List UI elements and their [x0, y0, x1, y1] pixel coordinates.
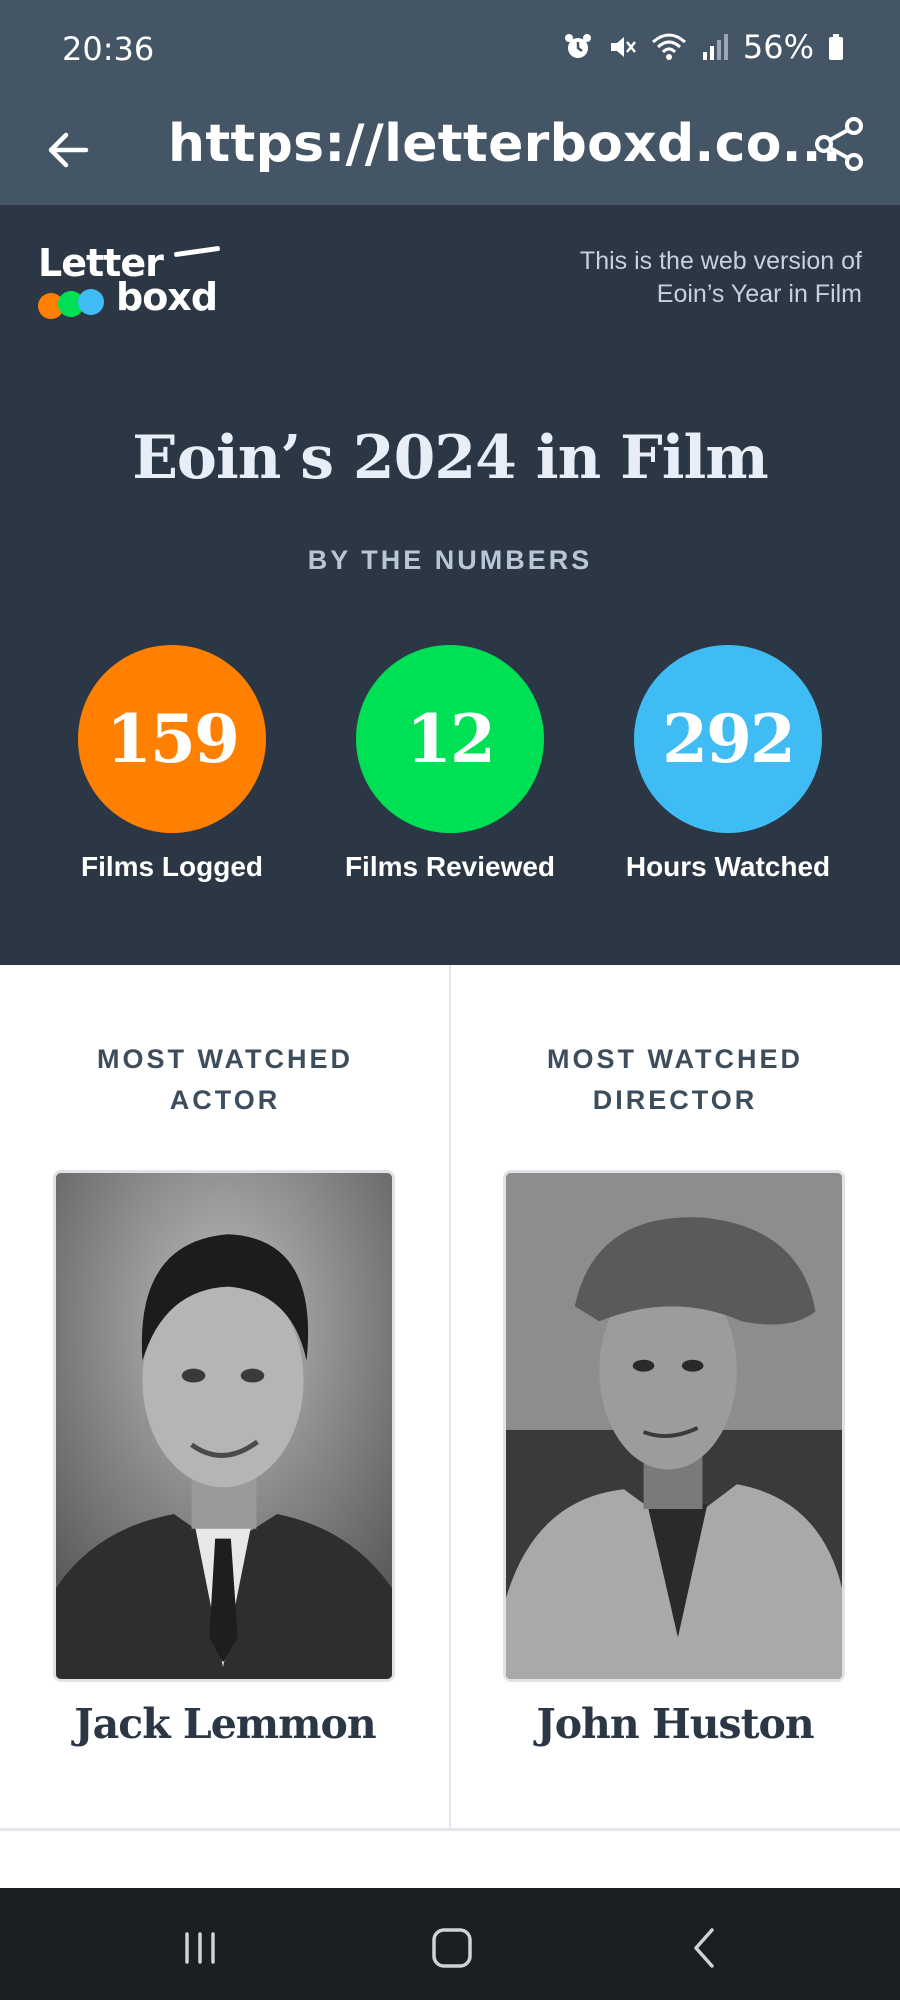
section-subtitle: BY THE NUMBERS — [307, 545, 593, 575]
mute-icon — [610, 37, 636, 57]
wifi-icon — [651, 33, 686, 60]
logo-text-bottom: boxd — [116, 275, 218, 319]
browser-bar: https://letterboxd.co... — [0, 100, 900, 205]
web-version-note: This is the web version of Eoin’s Year i… — [580, 245, 862, 311]
most-watched-section: MOST WATCHED ACTOR Jack Lemmon MOST WATC… — [0, 965, 900, 1831]
actor-portrait[interactable] — [53, 1170, 395, 1682]
battery-icon — [829, 34, 843, 60]
panel-heading-line2: DIRECTOR — [592, 1085, 758, 1115]
status-icons: 56% — [563, 28, 844, 66]
stat-label: Hours Watched — [625, 851, 831, 882]
back-arrow-icon[interactable] — [40, 122, 96, 178]
letterboxd-logo[interactable]: Letter boxd — [36, 241, 236, 331]
status-bar: 20:36 56% — [0, 0, 900, 100]
home-icon[interactable] — [422, 1918, 482, 1978]
stat-circle: 159 — [78, 645, 266, 833]
panel-heading: MOST WATCHED ACTOR — [0, 1039, 450, 1121]
status-time: 20:36 — [62, 30, 155, 68]
stat-label: Films Logged — [81, 851, 263, 882]
stat-circle: 12 — [356, 645, 544, 833]
panel-heading-line1: MOST WATCHED — [547, 1044, 803, 1074]
director-portrait[interactable] — [503, 1170, 845, 1682]
director-name[interactable]: John Huston — [450, 1700, 900, 1748]
panel-heading-line2: ACTOR — [169, 1085, 281, 1115]
most-watched-director-panel: MOST WATCHED DIRECTOR John Huston — [450, 965, 900, 1829]
panel-heading-line1: MOST WATCHED — [97, 1044, 353, 1074]
alarm-icon — [564, 34, 591, 58]
actor-name[interactable]: Jack Lemmon — [0, 1700, 450, 1748]
signal-icon — [702, 34, 728, 60]
page-title: Eoin’s 2024 in Film — [132, 423, 769, 493]
web-note-line1: This is the web version of — [579, 247, 862, 275]
logo-underline — [173, 245, 221, 258]
most-watched-actor-panel: MOST WATCHED ACTOR Jack Lemmon — [0, 965, 450, 1829]
stat-circle: 292 — [634, 645, 822, 833]
recent-apps-icon[interactable] — [170, 1918, 230, 1978]
logo-dot-blue — [78, 289, 104, 315]
stat-label: Films Reviewed — [344, 851, 556, 882]
share-icon[interactable] — [810, 114, 870, 174]
back-icon[interactable] — [676, 1918, 736, 1978]
panel-heading: MOST WATCHED DIRECTOR — [450, 1039, 900, 1121]
hero-section: Letter boxd This is the web version of E… — [0, 205, 900, 965]
battery-percent: 56% — [742, 28, 814, 66]
url-text[interactable]: https://letterboxd.co... — [168, 114, 842, 174]
stat-films-logged: 159 Films Logged — [42, 645, 302, 883]
system-nav-bar — [0, 1888, 900, 2000]
stat-films-reviewed: 12 Films Reviewed — [320, 645, 580, 883]
stat-hours-watched: 292 Hours Watched — [598, 645, 858, 883]
web-note-line2: Eoin’s Year in Film — [656, 280, 862, 308]
